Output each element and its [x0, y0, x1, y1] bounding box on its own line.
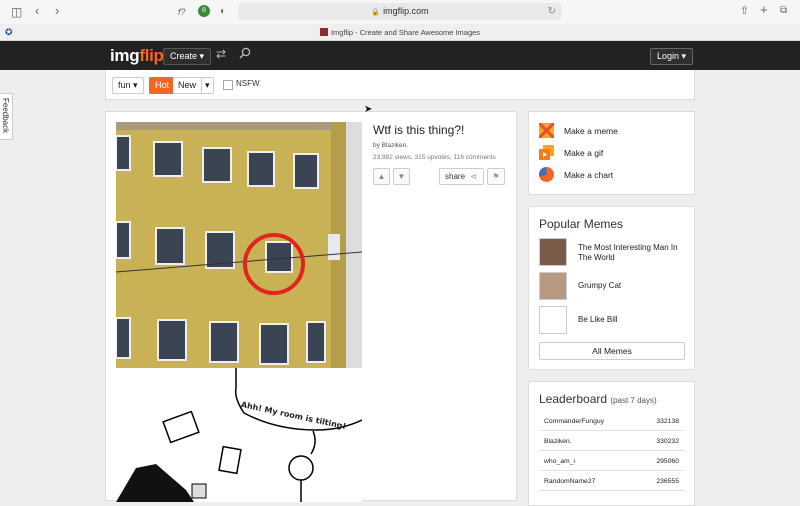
site-header: imgflip Create ▾ ⇄ Login ▾ — [0, 41, 800, 70]
downvote-button[interactable]: ▼ — [393, 168, 410, 185]
tab-title: Imgflip - Create and Share Awesome Image… — [330, 28, 481, 37]
leaderboard-points: 295060 — [656, 458, 679, 465]
make-gif-link[interactable]: Make a gif — [539, 144, 603, 162]
feedback-tab[interactable]: Feedback — [0, 93, 13, 140]
upvote-button[interactable]: ▲ — [373, 168, 390, 185]
feedback-label: Feedback — [1, 98, 10, 134]
author-link[interactable]: Blaziken. — [382, 142, 408, 149]
leaderboard-row[interactable]: Blaziken. 330232 — [539, 432, 685, 451]
make-chart-link[interactable]: Make a chart — [539, 166, 613, 184]
create-button[interactable]: Create ▾ — [163, 48, 212, 65]
category-select[interactable]: fun ▾ — [112, 77, 144, 94]
back-icon[interactable]: ‹ — [35, 4, 39, 17]
shuffle-icon[interactable]: ⇄ — [216, 47, 226, 61]
sidebar-toggle-icon[interactable]: ◫ — [11, 6, 22, 18]
extension-f-icon[interactable]: f? — [178, 6, 186, 18]
leaderboard-name: Blaziken. — [544, 438, 572, 445]
leaderboard-name: CommanderFunguy — [544, 418, 605, 425]
popular-meme-item[interactable]: Grumpy Cat — [539, 272, 689, 302]
reload-icon[interactable]: ↻ — [548, 3, 556, 20]
popular-meme-item[interactable]: The Most Interesting Man In The World — [539, 238, 689, 268]
meme-name: Grumpy Cat — [578, 281, 622, 290]
site-logo[interactable]: imgflip — [110, 46, 164, 66]
leaderboard-points: 330232 — [656, 438, 679, 445]
post-author-line: by Blaziken. — [373, 142, 408, 149]
meme-thumbnail — [539, 306, 567, 334]
popular-memes-box: Popular Memes The Most Interesting Man I… — [528, 206, 695, 370]
leaderboard-points: 236555 — [656, 478, 679, 485]
nsfw-checkbox[interactable] — [223, 80, 233, 90]
leaderboard-row[interactable]: RandomName27 236555 — [539, 472, 685, 491]
leaderboard-title: Leaderboard — [539, 392, 608, 406]
leaderboard-points: 332138 — [656, 418, 679, 425]
tabs-overview-icon[interactable]: ⧉ — [780, 5, 787, 17]
meme-image[interactable] — [116, 122, 362, 368]
new-tab[interactable]: New — [173, 77, 203, 94]
chart-icon — [539, 167, 554, 182]
meme-icon — [539, 123, 554, 138]
extension-badge-icon[interactable]: B — [198, 5, 210, 17]
by-prefix: by — [373, 142, 382, 149]
leaderboard-name: RandomName27 — [544, 478, 596, 485]
share-label: share — [445, 172, 466, 181]
leaderboard-row[interactable]: who_am_i 295060 — [539, 452, 685, 471]
leaderboard-name: who_am_i — [544, 458, 575, 465]
post-title: Wtf is this thing?! — [373, 123, 465, 137]
browser-toolbar: ◫ ‹ › f? B ◐ 🔒 imgflip.com ↻ ⇧ + ⧉ — [0, 0, 800, 24]
make-meme-label: Make a meme — [564, 126, 618, 136]
make-gif-label: Make a gif — [564, 148, 604, 158]
favicon-icon — [319, 28, 328, 36]
meme-thumbnail — [539, 238, 567, 266]
filter-bar: fun ▾ Hot New ▾ NSFW — [105, 70, 695, 100]
nsfw-label: NSFW — [236, 79, 260, 88]
meme-thumbnail — [539, 272, 567, 300]
make-meme-link[interactable]: Make a meme — [539, 122, 618, 140]
make-chart-label: Make a chart — [564, 170, 614, 180]
logo-part-flip: flip — [139, 46, 164, 65]
search-icon[interactable] — [239, 47, 251, 62]
tab-bar: ✪ Imgflip - Create and Share Awesome Ima… — [0, 24, 800, 41]
hot-tab[interactable]: Hot — [149, 77, 176, 94]
lock-icon: 🔒 — [371, 9, 381, 16]
all-memes-button[interactable]: All Memes — [539, 342, 685, 360]
mouse-cursor-icon: ➤ — [364, 104, 373, 115]
gif-icon — [539, 145, 554, 160]
logo-part-img: img — [110, 46, 140, 65]
post-stats: 23,982 views, 315 upvotes, 116 comments — [373, 154, 496, 161]
new-tab-icon[interactable]: + — [760, 3, 768, 16]
down-arrow-icon: ▼ — [397, 172, 406, 181]
leaderboard-heading: Leaderboard (past 7 days) — [539, 392, 657, 406]
address-bar[interactable]: 🔒 imgflip.com ↻ — [238, 3, 562, 20]
meme-name: The Most Interesting Man In The World — [578, 243, 678, 262]
flag-icon: ⚑ — [492, 172, 500, 181]
sort-dropdown[interactable]: ▾ — [201, 77, 214, 94]
popular-memes-heading: Popular Memes — [539, 217, 624, 231]
up-arrow-icon: ▲ — [377, 172, 386, 181]
leaderboard-row[interactable]: CommanderFunguy 332138 — [539, 412, 685, 431]
forward-icon[interactable]: › — [55, 4, 59, 17]
shield-icon[interactable]: ◐ — [220, 6, 226, 18]
share-button[interactable]: share ⊲ — [439, 168, 484, 185]
share-icon: ⊲ — [470, 172, 477, 181]
share-browser-icon[interactable]: ⇧ — [740, 5, 749, 17]
comic-image: Ahh! My room is tilting! — [116, 368, 362, 502]
meme-name: Be Like Bill — [578, 315, 618, 324]
url-text: imgflip.com — [383, 6, 429, 16]
post-panel: Ahh! My room is tilting! Wtf is this thi… — [105, 111, 517, 502]
leaderboard-box: Leaderboard (past 7 days) CommanderFungu… — [528, 381, 695, 506]
login-button[interactable]: Login ▾ — [650, 48, 694, 65]
flag-button[interactable]: ⚑ — [487, 168, 505, 185]
make-box: Make a meme Make a gif Make a chart — [528, 111, 695, 195]
leaderboard-subtitle: (past 7 days) — [610, 396, 657, 405]
active-tab[interactable]: Imgflip - Create and Share Awesome Image… — [0, 24, 800, 41]
popular-meme-item[interactable]: Be Like Bill — [539, 306, 689, 336]
